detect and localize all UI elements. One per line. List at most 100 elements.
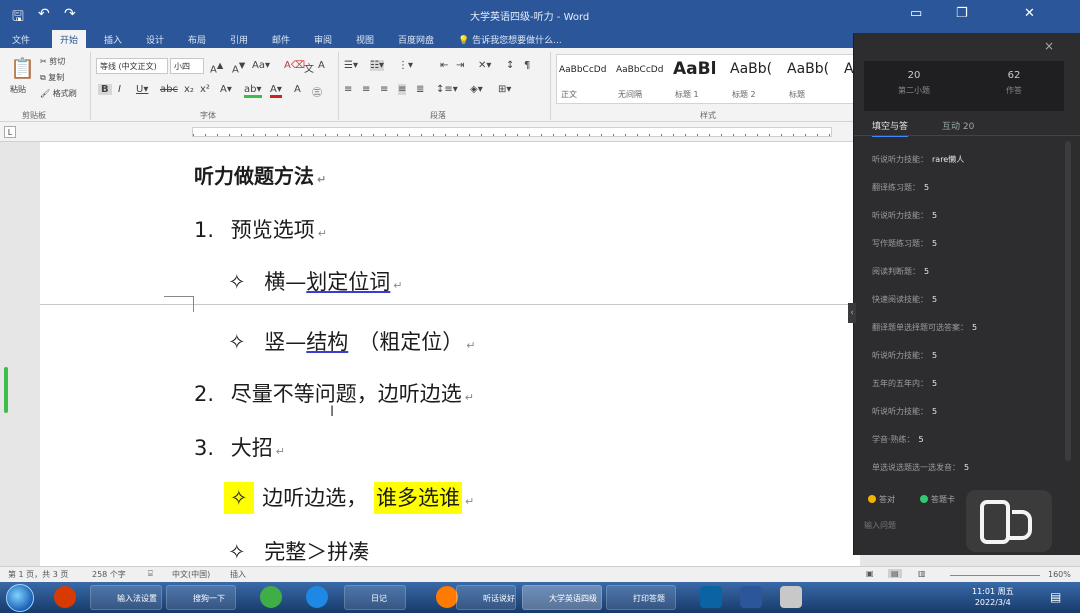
tab-selector-icon[interactable]: L <box>4 126 16 138</box>
chinese-layout-icon[interactable]: ✕▾ <box>478 60 491 71</box>
tab-layout[interactable]: 布局 <box>188 33 206 46</box>
question-input[interactable]: 输入问题 <box>864 520 896 531</box>
close-icon[interactable]: × <box>1044 39 1054 53</box>
tab-mailings[interactable]: 邮件 <box>272 33 290 46</box>
taskbar-item[interactable]: 听话说好 <box>456 585 516 610</box>
panel-scrollbar[interactable] <box>1065 141 1071 461</box>
taskbar-item[interactable]: 输入法设置 <box>90 585 162 610</box>
font-name-select[interactable]: 等线 (中文正文) <box>96 58 168 74</box>
proofing-icon[interactable]: ⌸ <box>148 569 153 579</box>
bullet-item[interactable]: ✧ 横—划定位词 ↵ <box>228 266 403 296</box>
superscript-button[interactable]: x² <box>200 84 210 95</box>
taskbar-item[interactable]: 搜狗一下 <box>166 585 236 610</box>
app-icon[interactable] <box>700 586 722 608</box>
style-normal[interactable]: AaBbCcDd 正文 <box>557 59 614 103</box>
shrink-font-icon[interactable]: A▼ <box>232 60 245 75</box>
paste-icon[interactable]: 📋 <box>10 56 35 80</box>
web-layout-icon[interactable]: ▥ <box>918 569 926 578</box>
word-count[interactable]: 258 个字 <box>92 569 126 580</box>
cut-button[interactable]: ✂ 剪切 <box>40 56 65 67</box>
multilevel-list-icon[interactable]: ⋮▾ <box>398 60 413 71</box>
shading-icon[interactable]: ◈▾ <box>470 84 483 95</box>
change-case-icon[interactable]: Aa▾ <box>252 60 270 71</box>
bullets-icon[interactable]: ☰▾ <box>344 60 358 71</box>
print-layout-icon[interactable]: ▤ <box>888 569 902 578</box>
close-button[interactable]: ✕ <box>1024 6 1035 21</box>
text-effects-icon[interactable]: A▾ <box>220 84 232 95</box>
align-center-icon[interactable]: ≡ <box>362 84 370 95</box>
font-size-select[interactable]: 小四 <box>170 58 204 74</box>
tab-references[interactable]: 引用 <box>230 33 248 46</box>
italic-button[interactable]: I <box>118 84 121 95</box>
strikethrough-button[interactable]: abc <box>160 84 178 95</box>
app-icon[interactable] <box>740 586 762 608</box>
style-heading-2[interactable]: AaBb( 标题 2 <box>728 59 785 103</box>
borders-icon[interactable]: ⊞▾ <box>498 84 511 95</box>
list-item[interactable]: 1. 预览选项 ↵ <box>194 214 327 244</box>
panel-tab-interact[interactable]: 互动 20 <box>942 119 974 132</box>
list-item[interactable]: 3. 大招 ↵ <box>194 432 285 462</box>
bullet-item[interactable]: ✧ 边听边选， 谁多选谁 ↵ <box>224 482 474 514</box>
distributed-icon[interactable]: ≣ <box>416 84 424 95</box>
tab-view[interactable]: 视图 <box>356 33 374 46</box>
grow-font-icon[interactable]: A▲ <box>210 60 223 75</box>
notification-icon[interactable]: ▤ <box>1050 590 1061 604</box>
taskbar-item[interactable]: 打印答题 <box>606 585 676 610</box>
tab-insert[interactable]: 插入 <box>104 33 122 46</box>
bold-button[interactable]: B <box>98 84 112 95</box>
restore-button[interactable]: ❐ <box>956 6 968 21</box>
read-mode-icon[interactable]: ▣ <box>866 569 874 578</box>
clear-format-icon[interactable]: A⌫ <box>284 60 305 71</box>
tab-design[interactable]: 设计 <box>146 33 164 46</box>
start-button[interactable] <box>6 584 34 612</box>
sort-icon[interactable]: ↕ <box>506 60 514 71</box>
zoom-slider[interactable] <box>950 575 1040 576</box>
increase-indent-icon[interactable]: ⇥ <box>456 60 464 71</box>
char-shading-icon[interactable]: A <box>294 84 301 95</box>
copy-button[interactable]: ⧉ 复制 <box>40 72 64 83</box>
paste-label[interactable]: 粘贴 <box>10 84 26 95</box>
format-painter-button[interactable]: 🖌 格式刷 <box>40 88 77 99</box>
tell-me-search[interactable]: 💡 告诉我您想要做什么... <box>458 33 562 46</box>
show-marks-icon[interactable]: ¶ <box>524 60 530 71</box>
tab-review[interactable]: 审阅 <box>314 33 332 46</box>
insert-mode[interactable]: 插入 <box>230 569 246 580</box>
tab-file[interactable]: 文件 <box>12 33 30 46</box>
line-spacing-icon[interactable]: ↕≡▾ <box>436 84 458 95</box>
page-count[interactable]: 第 1 页，共 3 页 <box>8 569 68 580</box>
clock[interactable]: 11:01 周五 2022/3/4 <box>972 586 1014 608</box>
align-right-icon[interactable]: ≡ <box>380 84 388 95</box>
highlight-color-button[interactable]: ab▾ <box>244 84 262 98</box>
ie-icon[interactable] <box>306 586 328 608</box>
floating-app-button[interactable] <box>966 490 1052 552</box>
collapse-arrow-icon[interactable]: ‹ <box>848 303 856 323</box>
minimize-button[interactable]: ▭ <box>910 6 922 21</box>
align-left-icon[interactable]: ≡ <box>344 84 352 95</box>
tab-home[interactable]: 开始 <box>52 30 87 48</box>
save-icon[interactable]: 🖫 <box>12 6 24 30</box>
enclose-char-icon[interactable]: ㊂ <box>312 84 322 99</box>
taskbar-item-word[interactable]: 大学英语四级 <box>522 585 602 610</box>
font-color-button[interactable]: A▾ <box>270 84 282 98</box>
decrease-indent-icon[interactable]: ⇤ <box>440 60 448 71</box>
tab-baidu-netdisk[interactable]: 百度网盘 <box>398 33 434 46</box>
style-no-spacing[interactable]: AaBbCcDd 无间隔 <box>614 59 671 103</box>
justify-icon[interactable]: ≡ <box>398 84 407 95</box>
ruler-scale[interactable] <box>192 127 832 137</box>
undo-icon[interactable]: ↶ <box>38 6 50 22</box>
doc-heading[interactable]: 听力做题方法 ↵ <box>194 160 326 189</box>
bullet-item[interactable]: ✧ 竖—结构 （粗定位） ↵ <box>228 326 476 356</box>
redo-icon[interactable]: ↷ <box>64 6 76 22</box>
taskbar-item[interactable]: 日记 <box>344 585 406 610</box>
firefox-icon[interactable] <box>436 586 458 608</box>
underline-button[interactable]: U▾ <box>136 84 148 95</box>
phonetic-guide-icon[interactable]: 文 <box>304 60 314 75</box>
style-heading-1[interactable]: AaBl 标题 1 <box>671 59 728 103</box>
language-indicator[interactable]: 中文(中国) <box>172 569 210 580</box>
app-icon[interactable] <box>54 586 76 608</box>
bullet-item[interactable]: ✧ 完整＞拼凑 <box>228 536 369 566</box>
zoom-level[interactable]: 160% <box>1048 570 1071 579</box>
style-title[interactable]: AaBb( 标题 <box>785 59 842 103</box>
subscript-button[interactable]: x₂ <box>184 84 194 95</box>
app-icon[interactable] <box>780 586 802 608</box>
